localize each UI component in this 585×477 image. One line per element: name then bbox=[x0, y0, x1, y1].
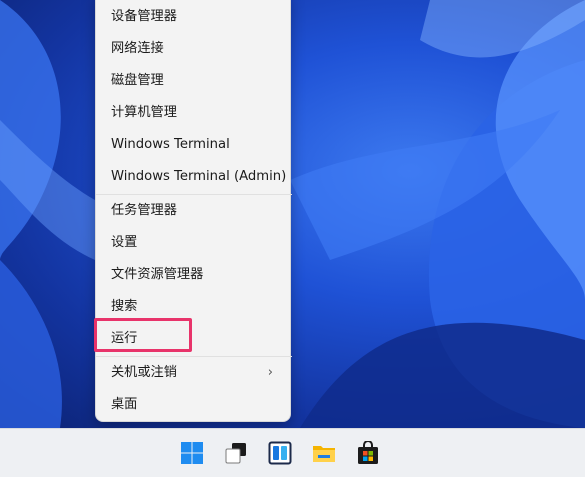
menu-item-network-connections[interactable]: 网络连接 bbox=[100, 34, 287, 64]
menu-item-label: 关机或注销 bbox=[111, 365, 177, 380]
task-view-icon[interactable] bbox=[224, 441, 248, 465]
menu-item-shutdown-signout[interactable]: 关机或注销 › bbox=[100, 358, 287, 388]
desktop-wallpaper bbox=[0, 0, 585, 428]
menu-item-label: Windows Terminal (Admin) bbox=[111, 169, 287, 184]
menu-item-label: 计算机管理 bbox=[111, 105, 177, 120]
menu-item-label: 任务管理器 bbox=[111, 203, 177, 218]
taskbar bbox=[0, 428, 585, 477]
menu-item-label: 桌面 bbox=[111, 397, 138, 412]
menu-item-label: 设置 bbox=[111, 235, 138, 250]
menu-separator bbox=[96, 356, 292, 357]
menu-item-label: Windows Terminal bbox=[111, 137, 230, 152]
menu-item-label: 搜索 bbox=[111, 299, 138, 314]
file-explorer-icon[interactable] bbox=[312, 441, 336, 465]
menu-item-label: 设备管理器 bbox=[111, 9, 177, 24]
widgets-icon[interactable] bbox=[268, 441, 292, 465]
windows-start-icon[interactable] bbox=[180, 441, 204, 465]
menu-item-settings[interactable]: 设置 bbox=[100, 228, 287, 258]
chevron-right-icon: › bbox=[267, 365, 273, 380]
menu-item-windows-terminal-admin[interactable]: Windows Terminal (Admin) bbox=[100, 162, 287, 192]
menu-item-desktop[interactable]: 桌面 bbox=[100, 390, 287, 420]
microsoft-store-icon[interactable] bbox=[356, 440, 380, 465]
menu-item-label: 磁盘管理 bbox=[111, 73, 164, 88]
run-highlight-box bbox=[94, 318, 192, 352]
menu-item-label: 文件资源管理器 bbox=[111, 267, 204, 282]
menu-item-windows-terminal[interactable]: Windows Terminal bbox=[100, 130, 287, 160]
menu-item-label: 网络连接 bbox=[111, 41, 164, 56]
menu-item-task-manager[interactable]: 任务管理器 bbox=[100, 196, 287, 226]
menu-separator bbox=[96, 194, 292, 195]
winx-context-menu: 设备管理器 网络连接 磁盘管理 计算机管理 Windows Terminal W… bbox=[95, 0, 292, 422]
menu-item-computer-management[interactable]: 计算机管理 bbox=[100, 98, 287, 128]
menu-item-file-explorer[interactable]: 文件资源管理器 bbox=[100, 260, 287, 290]
menu-item-disk-management[interactable]: 磁盘管理 bbox=[100, 66, 287, 96]
menu-item-device-manager[interactable]: 设备管理器 bbox=[100, 2, 287, 32]
